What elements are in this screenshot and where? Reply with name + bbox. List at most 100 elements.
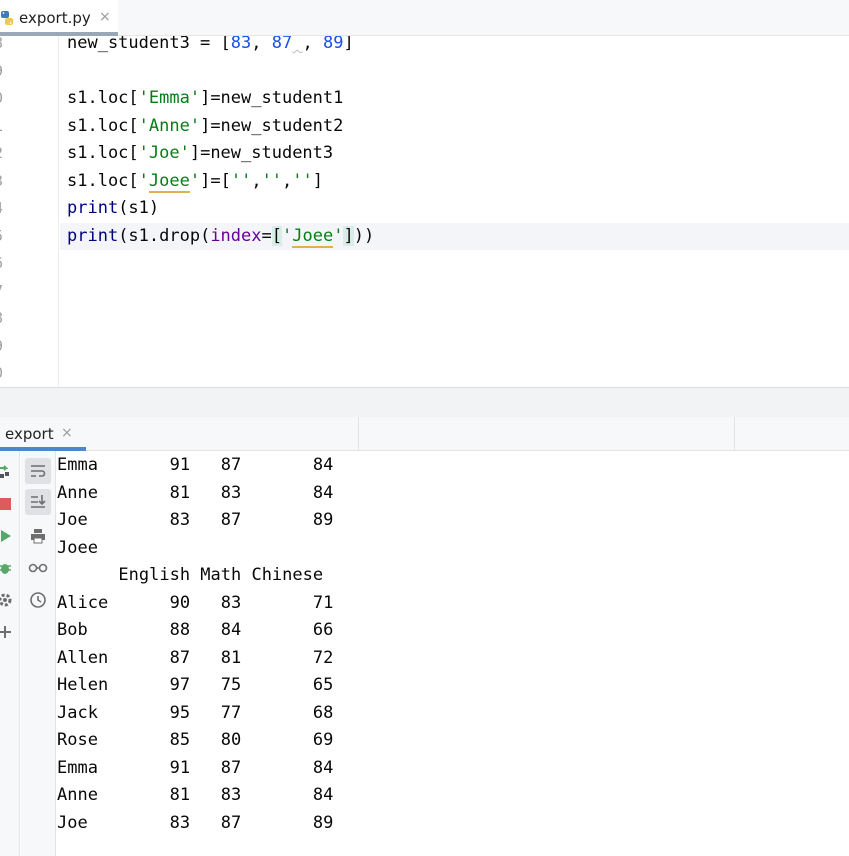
code-token: ]=new_student3 [189, 143, 334, 163]
console-line: Jack 95 77 68 [57, 702, 334, 723]
code-token: '' [292, 170, 313, 191]
code-token: = [261, 225, 272, 246]
code-token: s1.loc[ [67, 170, 139, 191]
print-icon[interactable] [25, 523, 51, 549]
run-panel-body: Emma 91 87 84 Anne 81 83 84 Joe 83 87 89 Jo… [0, 451, 849, 856]
header-divider [734, 417, 735, 451]
code-line[interactable]: s1.loc['Joe']=new_student3 [67, 141, 333, 165]
code-line[interactable]: s1.loc['Anne']=new_student2 [67, 114, 343, 138]
console-line: Joee [57, 537, 98, 558]
code-token: Joee [148, 170, 190, 193]
close-icon[interactable]: × [99, 9, 111, 25]
history-icon[interactable] [25, 587, 51, 613]
code-token: s1.loc[ [67, 88, 139, 108]
console-line: English Math Chinese [57, 565, 324, 585]
code-line[interactable]: s1.loc['Emma']=new_student1 [67, 86, 343, 110]
code-token: [ [271, 225, 282, 246]
code-token: '' [261, 170, 283, 191]
console-line: Rose 85 80 69 [57, 730, 334, 750]
console-line: Anne 81 83 84 [57, 785, 334, 805]
code-token: '' [230, 170, 252, 191]
code-token: index [210, 225, 262, 246]
code-token: print [67, 198, 119, 218]
console-line: Emma 91 87 84 [57, 757, 334, 778]
console-line: Helen 97 75 65 [57, 675, 334, 695]
code-token: s1.loc[ [67, 115, 139, 136]
run-icon[interactable] [0, 523, 18, 549]
code-line[interactable]: s1.loc['Joee']=['','',''] [67, 169, 323, 193]
code-token: (s1.drop( [118, 225, 211, 246]
console-line: Alice 90 83 71 [57, 592, 334, 613]
code-token: ]=new_student2 [200, 115, 344, 136]
code-token: ' [138, 170, 149, 191]
code-token: , [251, 170, 262, 191]
code-token: ] [343, 36, 354, 53]
console-toolbar [21, 451, 56, 856]
line-number-gutter: 8 9 0 1 2 3 4 5 6 7 8 9 0 [0, 36, 59, 387]
code-token: Joee [292, 225, 334, 248]
debug-icon[interactable] [0, 555, 18, 581]
line-number: 1 [0, 114, 14, 138]
line-number: 0 [0, 86, 14, 110]
line-number: 2 [0, 141, 14, 165]
code-token: 83 [230, 36, 252, 53]
rerun-icon[interactable] [0, 459, 18, 485]
line-number: 8 [0, 306, 14, 330]
line-number: 3 [0, 169, 14, 193]
line-number: 9 [0, 59, 14, 83]
line-number: 6 [0, 251, 14, 275]
add-icon[interactable] [0, 619, 18, 645]
code-token: 'Anne' [138, 115, 201, 136]
code-token: , [282, 170, 293, 191]
line-number: 0 [0, 361, 14, 385]
header-divider [358, 417, 359, 451]
run-tab-label: export [5, 425, 54, 443]
code-token: ' [282, 225, 293, 246]
soft-wrap-icon[interactable] [25, 458, 51, 484]
line-number: 5 [0, 224, 14, 248]
run-tab-export[interactable]: export × [0, 417, 86, 451]
code-line[interactable]: print(s1.drop(index=['Joee'])) [67, 224, 374, 248]
settings-icon[interactable] [0, 587, 18, 613]
code-line[interactable]: new_student3 = [83, 87 , 89] [67, 36, 354, 55]
line-number: 4 [0, 196, 14, 220]
console-line: Emma 91 87 84 [57, 455, 334, 475]
code-token: print [67, 225, 119, 246]
glasses-icon[interactable] [25, 555, 51, 581]
console-line: Anne 81 83 84 [57, 482, 334, 503]
code-token: ] [312, 170, 324, 191]
editor-tab-bar: export.py × [0, 0, 849, 36]
code-token: s1.loc[ [67, 143, 139, 163]
python-file-icon [0, 10, 14, 26]
code-token: ] [343, 225, 354, 246]
code-editor[interactable]: 8901234567890 new_student3 = [83, 87 , 8… [0, 36, 849, 387]
editor-tab-label: export.py [19, 9, 91, 27]
code-token: , [302, 36, 323, 53]
code-line[interactable]: print(s1) [67, 196, 159, 220]
console-line: Joe 83 87 89 [57, 510, 334, 530]
line-number: 9 [0, 334, 14, 358]
run-toolbar [0, 451, 20, 856]
code-token: (s1) [118, 198, 160, 218]
scroll-to-end-icon[interactable] [25, 489, 51, 515]
code-token: ' [189, 170, 201, 191]
stop-icon[interactable] [0, 491, 18, 517]
console-line: Bob 88 84 66 [57, 620, 334, 640]
console-line: Joe 83 87 89 [57, 812, 334, 833]
panel-splitter[interactable] [0, 387, 849, 417]
code-token: 87 [271, 36, 293, 53]
code-token: 89 [322, 36, 344, 53]
run-panel-header: export × [0, 417, 849, 451]
code-token: new_student3 = [ [67, 36, 231, 53]
code-token: )) [353, 225, 375, 246]
code-token: ' [333, 225, 344, 246]
console-line: Allen 87 81 72 [57, 647, 334, 668]
line-number: 7 [0, 279, 14, 303]
line-number: 8 [0, 36, 14, 55]
code-token: ]=[ [200, 170, 231, 191]
close-icon[interactable]: × [61, 425, 73, 441]
editor-tab-export-py[interactable]: export.py × [0, 0, 118, 36]
code-token: 'Joe' [138, 143, 190, 163]
code-token: , [251, 36, 272, 53]
